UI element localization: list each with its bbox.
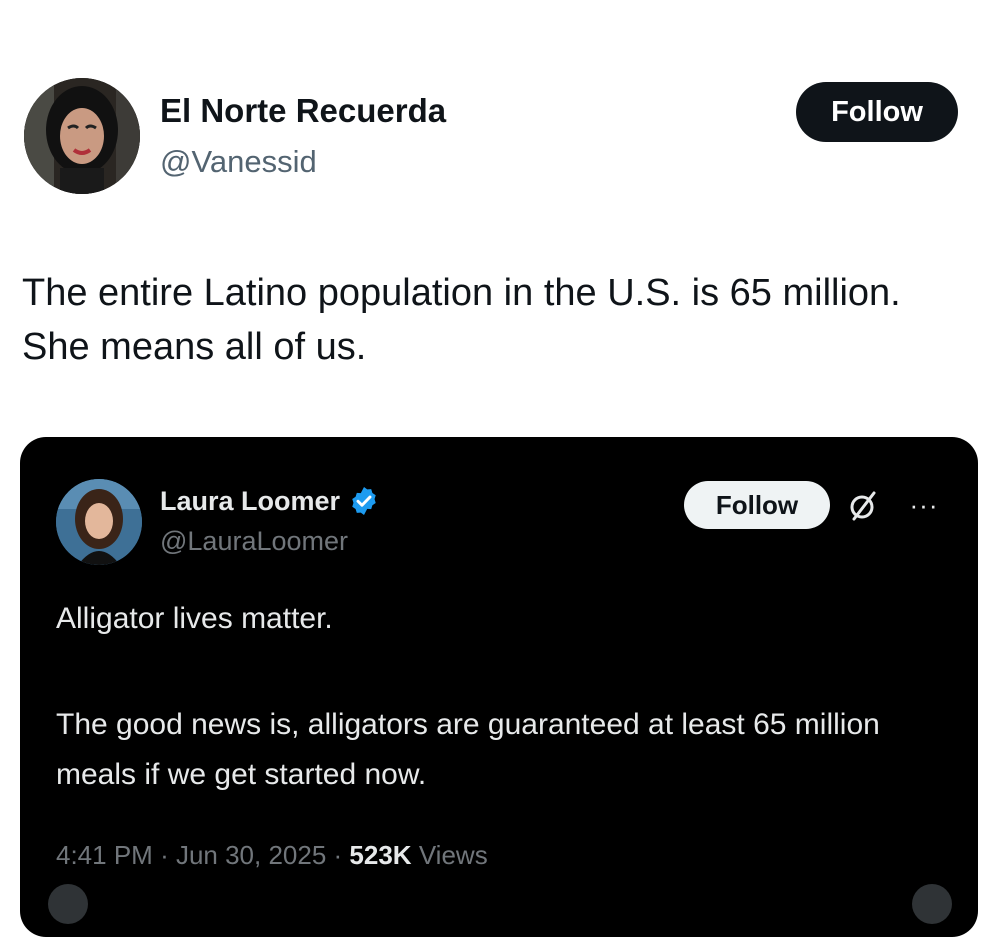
quoted-author-display-name[interactable]: Laura Loomer — [160, 487, 340, 515]
quoted-post-text-line-2: The good news is, alligators are guarant… — [56, 708, 880, 791]
grok-icon[interactable] — [846, 489, 880, 523]
quoted-post-text-line-1: Alligator lives matter. — [56, 602, 333, 635]
more-options-icon[interactable]: ··· — [904, 491, 944, 519]
post-text: The entire Latino population in the U.S.… — [22, 272, 901, 368]
follow-button[interactable]: Follow — [796, 82, 958, 142]
quoted-author-row: Laura Loomer — [160, 485, 380, 517]
avatar[interactable] — [24, 78, 140, 194]
left-nav-arrow[interactable] — [48, 884, 88, 924]
author-display-name[interactable]: El Norte Recuerda — [160, 94, 446, 127]
post-date[interactable]: Jun 30, 2025 — [176, 840, 334, 870]
post-metadata: 4:41 PM · Jun 30, 2025 · 523K Views — [56, 837, 488, 873]
quoted-author-handle[interactable]: @LauraLoomer — [160, 528, 348, 555]
avatar-photo — [24, 78, 140, 194]
author-handle[interactable]: @Vanessid — [160, 146, 317, 177]
quoted-follow-button[interactable]: Follow — [684, 481, 830, 529]
quoted-post-card[interactable]: Laura Loomer @LauraLoomer Follow ··· All… — [20, 437, 978, 937]
quoted-avatar[interactable] — [56, 479, 142, 565]
quoted-avatar-photo — [56, 479, 142, 565]
meta-separator: · — [160, 840, 176, 870]
views-label: Views — [418, 840, 488, 870]
right-nav-arrow[interactable] — [912, 884, 952, 924]
post-time[interactable]: 4:41 PM — [56, 840, 160, 870]
meta-separator: · — [333, 840, 350, 870]
verified-badge-icon — [348, 485, 380, 517]
views-count: 523K — [349, 840, 419, 870]
